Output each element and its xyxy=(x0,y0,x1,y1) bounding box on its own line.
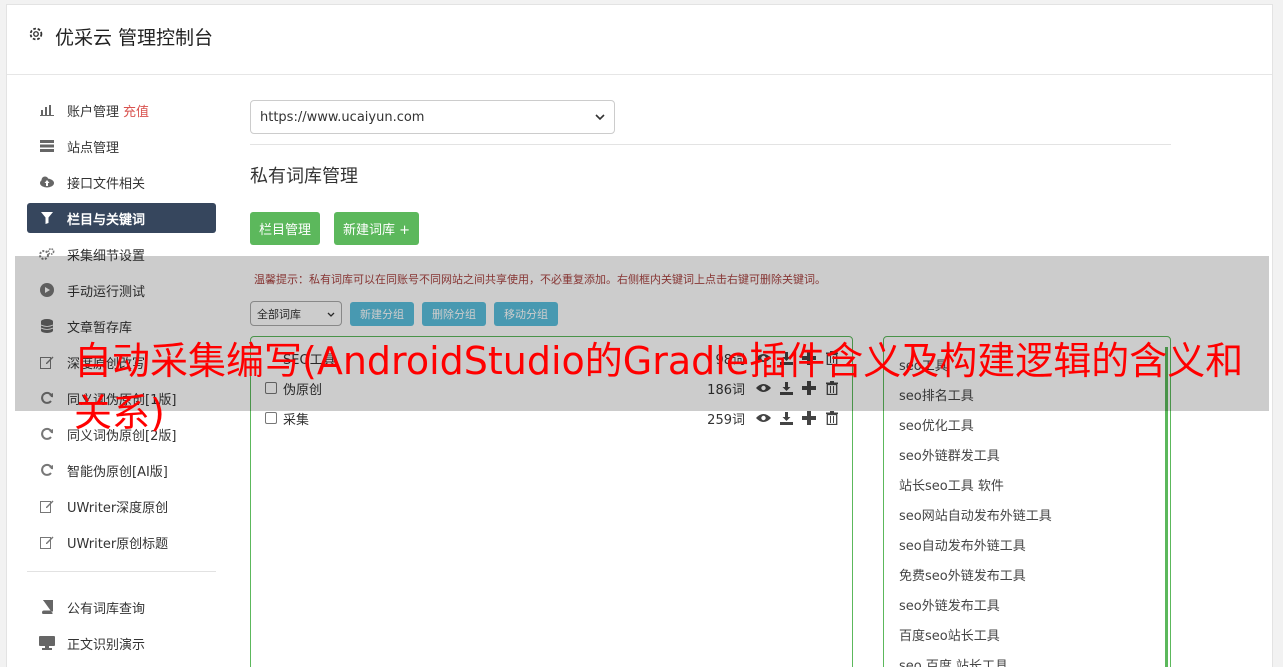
sidebar-item-uwriter-title[interactable]: UWriter原创标题 xyxy=(27,527,216,557)
sidebar-item-columns-keywords[interactable]: 栏目与关键词 xyxy=(27,203,216,233)
refresh-icon xyxy=(38,463,56,477)
sidebar-item-label: 正文识别演示 xyxy=(67,637,146,653)
keyword-item[interactable]: seo外链群发工具 xyxy=(884,439,1170,469)
sidebar-item-account[interactable]: 账户管理 充值 xyxy=(27,95,216,125)
sidebar-item-interface-files[interactable]: 接口文件相关 xyxy=(27,167,216,197)
bar-chart-icon xyxy=(38,103,56,117)
page-title: 私有词库管理 xyxy=(250,166,358,187)
keyword-item[interactable]: seo网站自动发布外链工具 xyxy=(884,499,1170,529)
keyword-item[interactable]: 站长seo工具 软件 xyxy=(884,469,1170,499)
sidebar-item-label: UWriter深度原创 xyxy=(67,500,169,516)
column-manage-button[interactable]: 栏目管理 xyxy=(250,212,321,245)
divider xyxy=(250,144,1171,145)
site-select[interactable]: https://www.ucaiyun.com xyxy=(250,100,615,134)
refresh-icon xyxy=(38,427,56,441)
top-bar: 优采云 管理控制台 xyxy=(7,5,1272,75)
monitor-icon xyxy=(38,636,56,650)
sidebar-item-label: 站点管理 xyxy=(67,140,120,156)
sidebar-divider xyxy=(27,571,216,572)
recharge-link[interactable]: 充值 xyxy=(123,101,149,120)
sidebar-item-label: 账户管理 xyxy=(67,104,120,120)
edit-icon xyxy=(38,499,56,513)
keyword-item[interactable]: 百度seo站长工具 xyxy=(884,619,1170,649)
new-library-button[interactable]: 新建词库 + xyxy=(334,212,420,245)
action-buttons: 栏目管理 新建词库 + xyxy=(250,212,1171,245)
edit-icon xyxy=(38,535,56,549)
filter-icon xyxy=(38,211,56,225)
sidebar-item-text-recognition[interactable]: 正文识别演示 xyxy=(27,628,216,658)
sidebar-item-ai-rewrite[interactable]: 智能伪原创[AI版] xyxy=(27,455,216,485)
sidebar-item-sites[interactable]: 站点管理 xyxy=(27,131,216,161)
gear-icon xyxy=(29,27,43,41)
keyword-item[interactable]: 免费seo外链发布工具 xyxy=(884,559,1170,589)
keyword-item[interactable]: seo 百度 站长工具 xyxy=(884,649,1170,667)
sidebar-item-label: 公有词库查询 xyxy=(67,601,146,617)
sidebar-item-label: 栏目与关键词 xyxy=(67,212,146,228)
server-icon xyxy=(38,139,56,153)
sidebar-item-label: UWriter原创标题 xyxy=(67,536,169,552)
sidebar-item-public-library[interactable]: 公有词库查询 xyxy=(27,592,216,622)
chevron-down-icon xyxy=(595,110,605,125)
keyword-item[interactable]: seo外链发布工具 xyxy=(884,589,1170,619)
app-title: 优采云 管理控制台 xyxy=(55,27,214,49)
site-select-value: https://www.ucaiyun.com xyxy=(260,109,425,125)
overlay-title: 自动采集编写(AndroidStudio的Gradle插件含义及构建逻辑的含义和… xyxy=(74,339,1244,435)
keyword-item[interactable]: seo自动发布外链工具 xyxy=(884,529,1170,559)
cloud-upload-icon xyxy=(38,175,56,189)
sidebar-item-label: 智能伪原创[AI版] xyxy=(67,464,168,480)
sidebar-item-label: 接口文件相关 xyxy=(67,176,146,192)
book-icon xyxy=(38,600,56,614)
sidebar-item-uwriter-deep[interactable]: UWriter深度原创 xyxy=(27,491,216,521)
